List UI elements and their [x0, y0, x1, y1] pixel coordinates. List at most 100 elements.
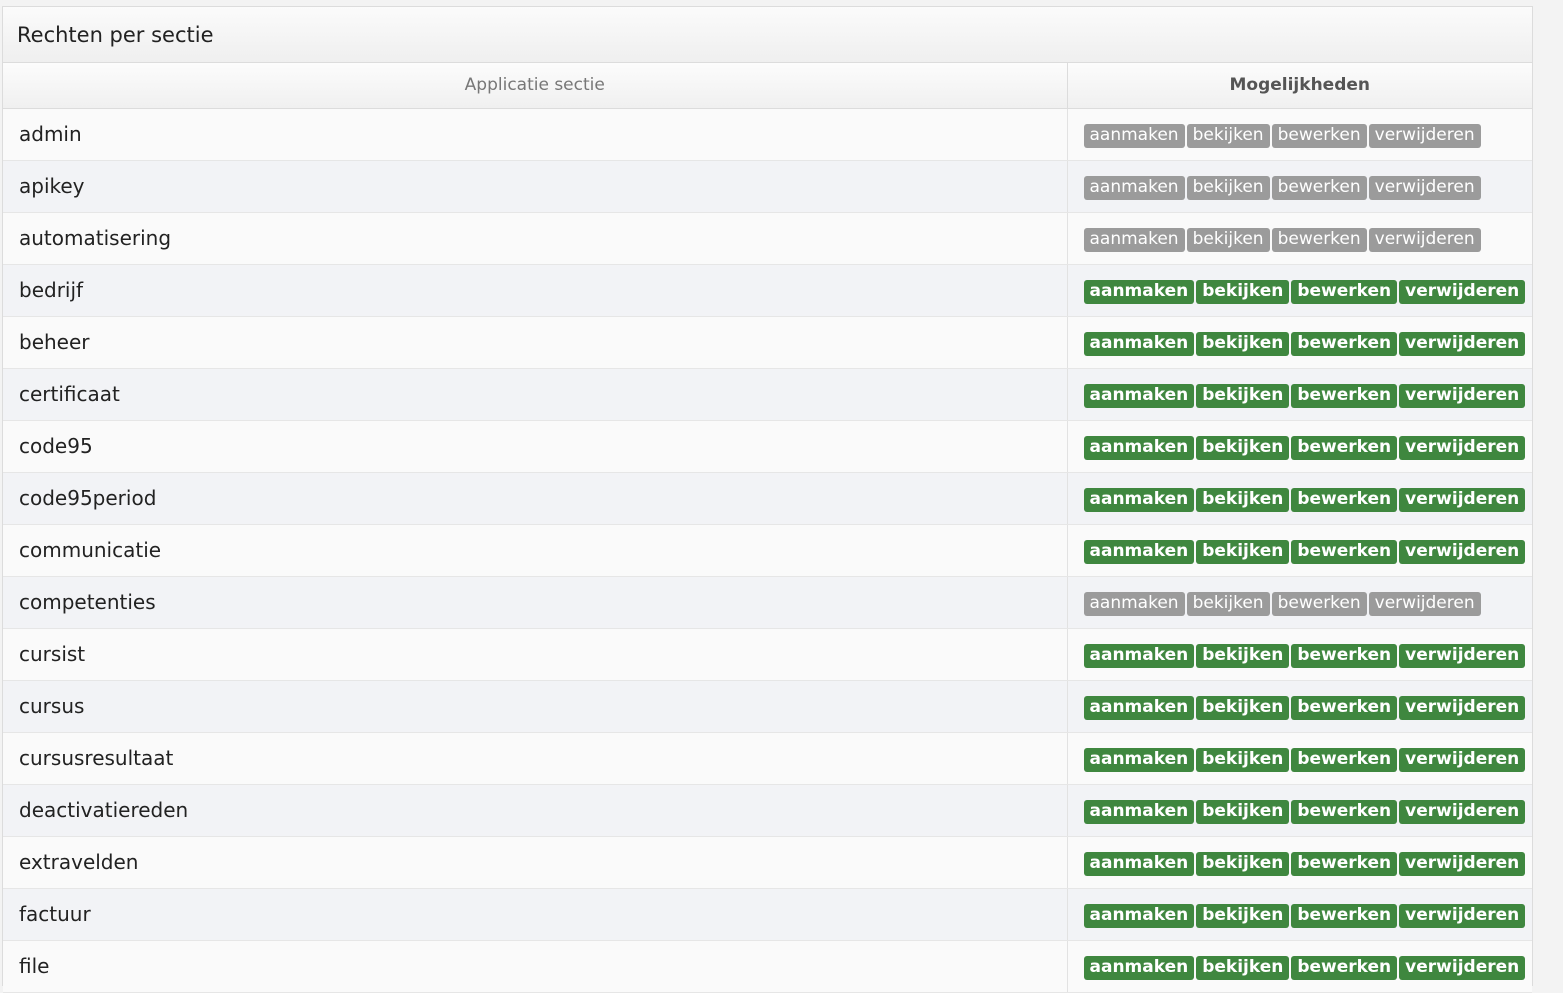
right-badge-verwijderen: verwijderen [1399, 539, 1526, 564]
rights-cell: aanmaken bekijken bewerken verwijderen [1066, 264, 1532, 317]
right-badge-verwijderen: verwijderen [1368, 175, 1481, 200]
right-badge-aanmaken: aanmaken [1083, 643, 1195, 668]
right-badge-bewerken: bewerken [1291, 435, 1398, 460]
right-badge-aanmaken: aanmaken [1083, 695, 1195, 720]
right-badge-bekijken: bekijken [1186, 123, 1270, 148]
rights-panel: Rechten per sectie Applicatie sectie Mog… [2, 6, 1533, 993]
right-badge-bewerken: bewerken [1291, 643, 1398, 668]
section-name: factuur [3, 888, 1067, 941]
table-row: admin aanmaken bekijken bewerken verwijderen [3, 108, 1532, 161]
rights-table: Applicatie sectie Mogelijkheden admin aan… [3, 63, 1532, 993]
section-name: certificaat [3, 368, 1067, 421]
rights-cell: aanmaken bekijken bewerken verwijderen [1066, 576, 1532, 629]
right-badge-bekijken: bekijken [1196, 435, 1290, 460]
table-body: admin aanmaken bekijken bewerken verwijderen… [3, 108, 1532, 993]
table-row: competenties aanmaken bekijken bewerken verw… [3, 576, 1532, 629]
section-name: file [3, 940, 1067, 993]
right-badge-aanmaken: aanmaken [1083, 799, 1195, 824]
rights-cell: aanmaken bekijken bewerken verwijderen [1066, 368, 1532, 421]
right-badge-verwijderen: verwijderen [1399, 851, 1526, 876]
right-badge-aanmaken: aanmaken [1083, 591, 1185, 616]
right-badge-bewerken: bewerken [1291, 331, 1398, 356]
table-row: apikey aanmaken bekijken bewerken verwijdere… [3, 160, 1532, 213]
table-row: code95 aanmaken bekijken bewerken verwijdere… [3, 420, 1532, 473]
table-row: communicatie aanmaken bekijken bewerken verw… [3, 524, 1532, 577]
section-name: code95period [3, 472, 1067, 525]
right-badge-aanmaken: aanmaken [1083, 123, 1185, 148]
right-badge-bewerken: bewerken [1291, 487, 1398, 512]
right-badge-bewerken: bewerken [1291, 695, 1398, 720]
right-badge-verwijderen: verwijderen [1399, 643, 1526, 668]
table-row: bedrijf aanmaken bekijken bewerken verwijder… [3, 264, 1532, 317]
section-name: extravelden [3, 836, 1067, 889]
right-badge-bewerken: bewerken [1291, 383, 1398, 408]
right-badge-aanmaken: aanmaken [1083, 435, 1195, 460]
table-row: cursist aanmaken bekijken bewerken verwijder… [3, 628, 1532, 681]
right-badge-bekijken: bekijken [1196, 487, 1290, 512]
right-badge-aanmaken: aanmaken [1083, 955, 1195, 980]
rights-cell: aanmaken bekijken bewerken verwijderen [1066, 212, 1532, 265]
right-badge-bekijken: bekijken [1196, 695, 1290, 720]
right-badge-bewerken: bewerken [1271, 227, 1367, 252]
rights-cell: aanmaken bekijken bewerken verwijderen [1066, 628, 1532, 681]
right-badge-aanmaken: aanmaken [1083, 175, 1185, 200]
rights-cell: aanmaken bekijken bewerken verwijderen [1066, 836, 1532, 889]
right-badge-aanmaken: aanmaken [1083, 539, 1195, 564]
rights-cell: aanmaken bekijken bewerken verwijderen [1066, 472, 1532, 525]
table-row: cursus aanmaken bekijken bewerken verwijdere… [3, 680, 1532, 733]
column-header-rights[interactable]: Mogelijkheden [1066, 63, 1532, 109]
right-badge-bewerken: bewerken [1271, 175, 1367, 200]
rights-cell: aanmaken bekijken bewerken verwijderen [1066, 784, 1532, 837]
section-name: competenties [3, 576, 1067, 629]
table-row: cursusresultaat aanmaken bekijken bewerken v… [3, 732, 1532, 785]
rights-cell: aanmaken bekijken bewerken verwijderen [1066, 888, 1532, 941]
right-badge-verwijderen: verwijderen [1399, 695, 1526, 720]
right-badge-aanmaken: aanmaken [1083, 903, 1195, 928]
right-badge-bekijken: bekijken [1196, 851, 1290, 876]
section-name: communicatie [3, 524, 1067, 577]
right-badge-bekijken: bekijken [1196, 331, 1290, 356]
right-badge-aanmaken: aanmaken [1083, 851, 1195, 876]
right-badge-bewerken: bewerken [1291, 279, 1398, 304]
table-row: automatisering aanmaken bekijken bewerken ve… [3, 212, 1532, 265]
right-badge-verwijderen: verwijderen [1399, 955, 1526, 980]
table-row: factuur aanmaken bekijken bewerken verwijder… [3, 888, 1532, 941]
rights-cell: aanmaken bekijken bewerken verwijderen [1066, 940, 1532, 993]
right-badge-bewerken: bewerken [1291, 851, 1398, 876]
right-badge-bekijken: bekijken [1196, 279, 1290, 304]
right-badge-bekijken: bekijken [1196, 747, 1290, 772]
table-row: deactivatiereden aanmaken bekijken bewerken… [3, 784, 1532, 837]
table-row: beheer aanmaken bekijken bewerken verwijdere… [3, 316, 1532, 369]
section-name: bedrijf [3, 264, 1067, 317]
table-row: extravelden aanmaken bekijken bewerken verwi… [3, 836, 1532, 889]
table-row: file aanmaken bekijken bewerken verwijderen [3, 940, 1532, 993]
right-badge-aanmaken: aanmaken [1083, 747, 1195, 772]
right-badge-bewerken: bewerken [1271, 591, 1367, 616]
table-header: Applicatie sectie Mogelijkheden [3, 63, 1532, 109]
section-name: apikey [3, 160, 1067, 213]
right-badge-bekijken: bekijken [1196, 955, 1290, 980]
right-badge-bekijken: bekijken [1196, 643, 1290, 668]
right-badge-bekijken: bekijken [1186, 591, 1270, 616]
right-badge-bewerken: bewerken [1291, 799, 1398, 824]
right-badge-verwijderen: verwijderen [1368, 591, 1481, 616]
rights-cell: aanmaken bekijken bewerken verwijderen [1066, 680, 1532, 733]
table-row: code95period aanmaken bekijken bewerken verw… [3, 472, 1532, 525]
section-name: code95 [3, 420, 1067, 473]
right-badge-verwijderen: verwijderen [1399, 487, 1526, 512]
right-badge-verwijderen: verwijderen [1399, 279, 1526, 304]
right-badge-verwijderen: verwijderen [1368, 227, 1481, 252]
column-header-section[interactable]: Applicatie sectie [3, 63, 1067, 109]
right-badge-bewerken: bewerken [1271, 123, 1367, 148]
right-badge-bewerken: bewerken [1291, 747, 1398, 772]
right-badge-bekijken: bekijken [1196, 383, 1290, 408]
section-name: cursusresultaat [3, 732, 1067, 785]
rights-cell: aanmaken bekijken bewerken verwijderen [1066, 160, 1532, 213]
section-name: cursist [3, 628, 1067, 681]
right-badge-aanmaken: aanmaken [1083, 487, 1195, 512]
right-badge-verwijderen: verwijderen [1399, 435, 1526, 460]
right-badge-verwijderen: verwijderen [1368, 123, 1481, 148]
right-badge-aanmaken: aanmaken [1083, 383, 1195, 408]
rights-cell: aanmaken bekijken bewerken verwijderen [1066, 108, 1532, 161]
rights-cell: aanmaken bekijken bewerken verwijderen [1066, 732, 1532, 785]
